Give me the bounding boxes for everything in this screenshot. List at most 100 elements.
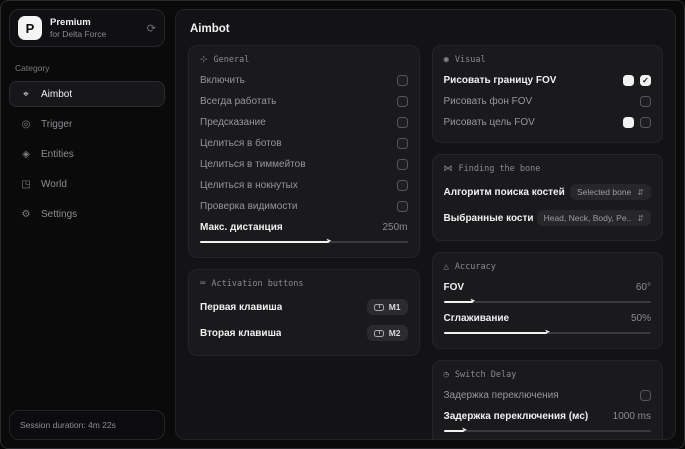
- max-distance-slider[interactable]: ➤: [200, 238, 408, 248]
- crosshair-icon: ⌖: [23, 88, 29, 100]
- expand-icon: ⇵: [637, 213, 644, 223]
- panel-columns: ⊹ General Включить Всегда работать Предс…: [188, 45, 663, 439]
- toggle-row-aim-teammates: Целиться в тиммейтов: [200, 154, 408, 175]
- sidebar-item-label: Settings: [41, 208, 78, 220]
- slider-row-switch-delay-ms: Задержка переключения (мс) 1000 ms: [444, 406, 652, 427]
- gear-icon: ⚙: [21, 208, 31, 220]
- slider-value: 50%: [630, 313, 651, 324]
- sidebar-item-label: Trigger: [41, 118, 73, 130]
- visibility-check-checkbox[interactable]: [396, 201, 408, 212]
- fov-slider[interactable]: ➤: [443, 298, 651, 308]
- slider-thumb[interactable]: ➤: [326, 237, 332, 247]
- panel-title: Accuracy: [454, 262, 496, 272]
- slider-track: ➤: [443, 329, 651, 336]
- slider-thumb[interactable]: ➤: [461, 426, 467, 436]
- main-card: Aimbot ⊹ General Включить Всегда работат…: [175, 9, 676, 440]
- row-label: Целиться в тиммейтов: [200, 159, 306, 170]
- smoothing-slider[interactable]: ➤: [443, 329, 651, 339]
- toggle-row-aim-knocked: Целиться в нокнутых: [200, 175, 408, 196]
- switch-delay-checkbox[interactable]: [640, 390, 651, 401]
- page-title: Aimbot: [190, 23, 230, 35]
- mouse-icon: [373, 329, 384, 337]
- row-label: Целиться в нокнутых: [200, 180, 298, 191]
- row-label: Предсказание: [200, 117, 266, 128]
- slider-row-smoothing: Сглаживание 50%: [444, 308, 652, 329]
- slider-track: ➤: [200, 238, 408, 245]
- slider-value: 1000 ms: [612, 411, 651, 422]
- sidebar-item-entities[interactable]: ◈ Entities: [9, 141, 165, 167]
- always-work-checkbox[interactable]: [396, 96, 408, 107]
- row-label: Сглаживание: [443, 313, 510, 324]
- draw-fov-target-checkbox[interactable]: [640, 117, 651, 128]
- eye-icon: ◉: [443, 55, 449, 65]
- row-label: Выбранные кости: [443, 212, 534, 224]
- refresh-icon[interactable]: ⟳: [147, 22, 156, 35]
- select-value: Head, Neck, Body, Pe..: [543, 213, 632, 223]
- keyboard-icon: ⌨: [200, 279, 206, 289]
- slider-fill: ➤: [443, 427, 467, 434]
- panel-title: Switch Delay: [454, 370, 517, 380]
- target-icon: ◎: [21, 118, 31, 130]
- enable-checkbox[interactable]: [396, 75, 408, 86]
- sidebar-item-aimbot[interactable]: ⌖ Aimbot: [9, 81, 165, 107]
- premium-text: Premium for Delta Force: [50, 17, 139, 40]
- panel-title: Finding the bone: [458, 164, 541, 174]
- premium-card: P Premium for Delta Force ⟳: [9, 9, 165, 47]
- slider-thumb[interactable]: ➤: [544, 328, 550, 338]
- sidebar-item-settings[interactable]: ⚙ Settings: [9, 201, 165, 227]
- selected-bones-select[interactable]: Head, Neck, Body, Pe.. ⇵: [536, 210, 651, 226]
- aim-teammates-checkbox[interactable]: [396, 159, 408, 170]
- sidebar-nav: ⌖ Aimbot ◎ Trigger ◈ Entities ◳ World ⚙ …: [9, 81, 165, 227]
- keybind-row-first: Первая клавиша M1: [200, 294, 408, 320]
- mouse-icon: [373, 303, 384, 311]
- select-row-bone-algorithm: Алгоритм поиска костей Selected bone ⇵: [443, 179, 651, 205]
- toggle-row-draw-fov-target: Рисовать цель FOV: [444, 112, 651, 133]
- sidebar-item-world[interactable]: ◳ World: [9, 171, 165, 197]
- fov-border-color-swatch[interactable]: [623, 75, 634, 86]
- second-key-bind-button[interactable]: M2: [366, 325, 408, 341]
- toggle-row-visibility-check: Проверка видимости: [200, 196, 408, 217]
- row-controls: [623, 117, 651, 128]
- row-label: Первая клавиша: [200, 301, 283, 313]
- toggle-row-draw-fov-background: Рисовать фон FOV: [444, 91, 651, 112]
- bone-algorithm-select[interactable]: Selected bone ⇵: [569, 184, 651, 200]
- row-label: Всегда работать: [200, 96, 277, 107]
- aim-bots-checkbox[interactable]: [396, 138, 408, 149]
- row-label: Задержка переключения (мс): [443, 411, 589, 422]
- switch-delay-slider[interactable]: ➤: [443, 427, 651, 437]
- activation-buttons-panel: ⌨ Activation buttons Первая клавиша M1 В…: [188, 269, 420, 356]
- first-key-bind-button[interactable]: M1: [366, 299, 408, 315]
- session-duration: Session duration: 4m 22s: [9, 410, 165, 440]
- slider-track: ➤: [443, 427, 651, 434]
- toggle-row-switch-delay: Задержка переключения: [444, 385, 651, 406]
- draw-fov-border-checkbox[interactable]: ✓: [640, 75, 651, 86]
- toggle-row-draw-fov-border: Рисовать границу FOV ✓: [444, 70, 651, 91]
- main-area: Aimbot ⊹ General Включить Всегда работат…: [173, 1, 684, 448]
- bone-icon: ⋈: [443, 164, 453, 174]
- row-label: Проверка видимости: [200, 201, 298, 212]
- category-label: Category: [15, 63, 50, 73]
- toggle-row-always-work: Всегда работать: [200, 91, 408, 112]
- toggle-row-aim-bots: Целиться в ботов: [200, 133, 408, 154]
- draw-fov-background-checkbox[interactable]: [640, 96, 651, 107]
- row-controls: ✓: [623, 75, 651, 86]
- prediction-checkbox[interactable]: [396, 117, 408, 128]
- slider-row-max-distance: Макс. дистанция 250m: [200, 217, 408, 238]
- general-panel: ⊹ General Включить Всегда работать Предс…: [188, 45, 420, 258]
- activation-panel-header: ⌨ Activation buttons: [200, 279, 408, 289]
- slider-thumb[interactable]: ➤: [470, 297, 476, 307]
- sidebar-item-label: World: [41, 178, 67, 190]
- slider-value: 250m: [382, 222, 408, 233]
- scan-icon: ⊹: [200, 55, 208, 65]
- aim-knocked-checkbox[interactable]: [396, 180, 408, 191]
- finding-bone-panel: ⋈ Finding the bone Алгоритм поиска косте…: [431, 154, 663, 241]
- row-label: Алгоритм поиска костей: [443, 186, 565, 198]
- sidebar-item-label: Aimbot: [41, 88, 73, 100]
- slider-track: ➤: [443, 298, 651, 305]
- keybind-value: M2: [388, 328, 401, 338]
- slider-row-fov: FOV 60°: [444, 277, 652, 298]
- fov-target-color-swatch[interactable]: [623, 117, 634, 128]
- world-icon: ◳: [21, 178, 31, 190]
- slider-fill: ➤: [443, 298, 476, 305]
- sidebar-item-trigger[interactable]: ◎ Trigger: [9, 111, 165, 137]
